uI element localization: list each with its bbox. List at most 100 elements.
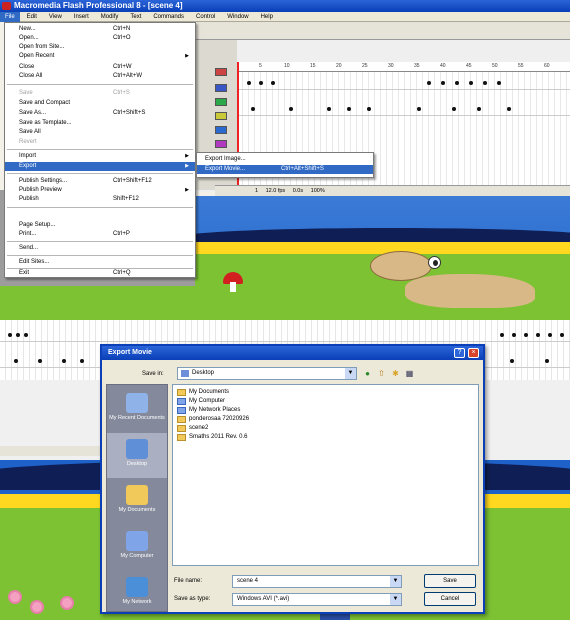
menu-item-open-from-site[interactable]: Open from Site...	[5, 43, 195, 52]
menu-help[interactable]: Help	[256, 12, 278, 22]
menu-item-revert[interactable]: Revert	[5, 138, 195, 147]
flower-graphic	[30, 600, 44, 614]
list-item[interactable]: Smaths 2011 Rev. 0.6	[177, 433, 247, 442]
frame-row[interactable]	[0, 330, 570, 342]
deer-head-graphic	[370, 251, 432, 281]
folder-icon	[126, 485, 148, 505]
ruler-tick: 50	[492, 63, 498, 69]
menu-item-close[interactable]: Close Ctrl+W	[5, 63, 195, 72]
window-title: Macromedia Flash Professional 8 - [scene…	[14, 1, 183, 10]
menu-item-export-image[interactable]: Export Image...	[197, 155, 373, 164]
network-icon	[177, 407, 186, 414]
folder-icon	[177, 434, 186, 441]
menu-item-open-recent[interactable]: Open Recent ▶	[5, 52, 195, 61]
zoom-level[interactable]: 100%	[311, 188, 325, 194]
menu-item-save-as-template[interactable]: Save as Template...	[5, 119, 195, 128]
export-movie-dialog: Export Movie ? × Save in: Desktop ▼ ● ⇧ …	[100, 344, 485, 614]
menu-item-publish-preview[interactable]: Publish Preview ▶	[5, 186, 195, 195]
flash-main-window: Macromedia Flash Professional 8 - [scene…	[0, 0, 570, 320]
save-button[interactable]: Save	[424, 574, 476, 588]
menu-item-publish-settings[interactable]: Publish Settings... Ctrl+Shift+F12	[5, 177, 195, 186]
save-as-type-select[interactable]: Windows AVI (*.avi) ▼	[232, 593, 402, 606]
current-frame: 1	[255, 188, 259, 194]
ruler-tick: 5	[259, 63, 262, 69]
menu-control[interactable]: Control	[191, 12, 220, 22]
save-in-select[interactable]: Desktop ▼	[177, 367, 357, 380]
frame-row[interactable]	[237, 104, 570, 116]
menu-commands[interactable]: Commands	[148, 12, 189, 22]
menu-item-save-all[interactable]: Save All	[5, 128, 195, 137]
folder-icon	[177, 389, 186, 396]
menu-text[interactable]: Text	[125, 12, 146, 22]
menu-item-export-movie[interactable]: Export Movie... Ctrl+Alt+Shift+S	[197, 165, 373, 174]
menu-item-save[interactable]: Save Ctrl+S	[5, 89, 195, 98]
folder-icon	[177, 425, 186, 432]
menu-item-new[interactable]: New... Ctrl+N	[5, 25, 195, 34]
list-item[interactable]: ponderosaa 72020926	[177, 415, 249, 424]
layer-color-swatch[interactable]	[215, 112, 227, 120]
file-list[interactable]: My Documents My Computer My Network Plac…	[172, 384, 479, 566]
menu-insert[interactable]: Insert	[69, 12, 94, 22]
network-icon	[126, 577, 148, 597]
frame-rate: 12.0 fps	[265, 188, 286, 194]
layer-color-swatch[interactable]	[215, 126, 227, 134]
save-in-label: Save in:	[142, 371, 164, 377]
menu-view[interactable]: View	[44, 12, 67, 22]
menu-item-exit[interactable]: Exit Ctrl+Q	[5, 269, 195, 278]
menu-file[interactable]: File	[0, 12, 20, 22]
menu-item-close-all[interactable]: Close All Ctrl+Alt+W	[5, 72, 195, 81]
list-item[interactable]: My Documents	[177, 388, 229, 397]
places-bar: My Recent Documents Desktop My Documents…	[106, 384, 168, 612]
list-item[interactable]: scene2	[177, 424, 208, 433]
place-my-computer[interactable]: My Computer	[107, 525, 167, 570]
cancel-button[interactable]: Cancel	[424, 592, 476, 606]
menu-item-save-and-compact[interactable]: Save and Compact	[5, 99, 195, 108]
help-icon[interactable]: ?	[454, 348, 465, 358]
timeline-status-bar: 1 12.0 fps 0.0s 100%	[215, 185, 570, 196]
ruler-tick: 40	[440, 63, 446, 69]
deer-body-graphic	[405, 274, 535, 308]
back-icon[interactable]: ●	[362, 368, 373, 379]
frame-row[interactable]	[237, 78, 570, 90]
layer-color-swatch[interactable]	[215, 84, 227, 92]
view-menu-icon[interactable]: ▦	[404, 368, 415, 379]
menu-item-import[interactable]: Import ▶	[5, 152, 195, 161]
chevron-down-icon[interactable]: ▼	[390, 576, 401, 587]
layer-color-swatch[interactable]	[215, 140, 227, 148]
layer-color-swatch[interactable]	[215, 98, 227, 106]
place-my-documents[interactable]: My Documents	[107, 479, 167, 524]
menu-window[interactable]: Window	[222, 12, 253, 22]
frame-ruler[interactable]: 5 10 15 20 25 30 35 40 45 50 55 60	[237, 62, 570, 72]
list-item[interactable]: My Computer	[177, 397, 225, 406]
dialog-title: Export Movie	[108, 349, 152, 356]
menu-item-page-setup[interactable]: Page Setup...	[5, 221, 195, 230]
menu-edit[interactable]: Edit	[22, 12, 42, 22]
menu-modify[interactable]: Modify	[96, 12, 124, 22]
chevron-down-icon[interactable]: ▼	[390, 594, 401, 605]
flower-graphic	[8, 590, 22, 604]
computer-icon	[177, 398, 186, 405]
stage-canvas[interactable]	[195, 196, 570, 320]
menu-item-print[interactable]: Print... Ctrl+P	[5, 230, 195, 239]
menu-separator	[7, 207, 193, 208]
menu-item-publish[interactable]: Publish Shift+F12	[5, 195, 195, 204]
menu-item-save-as[interactable]: Save As... Ctrl+Shift+S	[5, 109, 195, 118]
chevron-down-icon[interactable]: ▼	[345, 368, 356, 379]
file-name-field[interactable]: scene 4 ▼	[232, 575, 402, 588]
ruler-tick: 45	[466, 63, 472, 69]
place-recent-documents[interactable]: My Recent Documents	[107, 387, 167, 432]
menu-item-send[interactable]: Send...	[5, 244, 195, 253]
close-icon[interactable]: ×	[468, 348, 479, 358]
menu-item-edit-sites[interactable]: Edit Sites...	[5, 258, 195, 267]
up-folder-icon[interactable]: ⇧	[376, 368, 387, 379]
menu-item-open[interactable]: Open... Ctrl+O	[5, 34, 195, 43]
list-item[interactable]: My Network Places	[177, 406, 240, 415]
place-desktop[interactable]: Desktop	[107, 433, 167, 478]
ruler-tick: 35	[414, 63, 420, 69]
place-my-network[interactable]: My Network	[107, 571, 167, 616]
new-folder-icon[interactable]: ✱	[390, 368, 401, 379]
menu-item-export[interactable]: Export ▶	[5, 162, 195, 171]
timeline-status-bar	[0, 446, 100, 456]
layer-color-swatch[interactable]	[215, 68, 227, 76]
save-as-type-label: Save as type:	[174, 596, 211, 602]
